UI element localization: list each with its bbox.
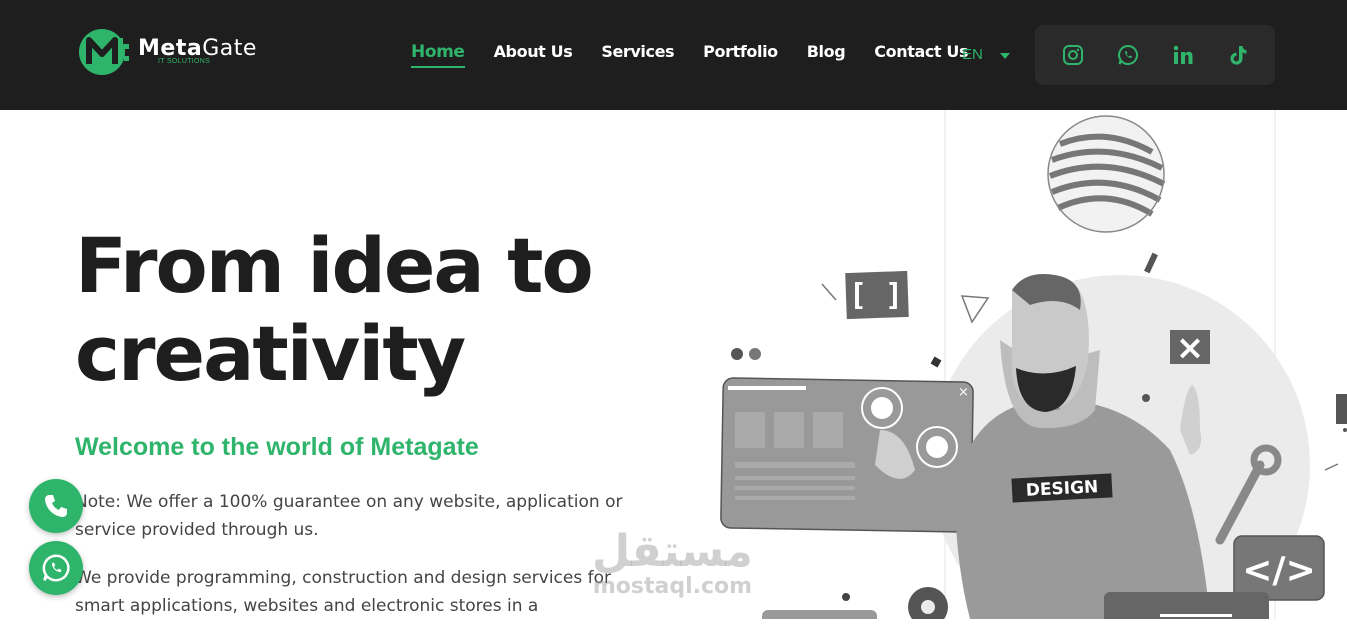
floating-whatsapp-button[interactable]	[29, 541, 83, 595]
language-label: EN	[962, 46, 983, 63]
instagram-icon[interactable]	[1062, 44, 1084, 66]
logo[interactable]: MetaGate IT SOLUTIONS	[78, 26, 257, 78]
hero-paragraph-guarantee: Note: We offer a 100% guarantee on any w…	[75, 492, 623, 540]
whatsapp-icon	[42, 554, 70, 582]
code-badge-icon: </>	[1233, 535, 1325, 601]
tiktok-icon[interactable]	[1227, 44, 1249, 66]
phone-icon	[45, 495, 67, 517]
svg-text:</>: </>	[1242, 550, 1315, 591]
logo-name: MetaGate	[138, 35, 257, 61]
shirt-design-text: DESIGN	[1025, 477, 1098, 501]
bracket-box-text: [ ]	[849, 278, 903, 313]
whatsapp-icon[interactable]	[1117, 44, 1139, 66]
main-nav: Home About Us Services Portfolio Blog Co…	[411, 42, 997, 68]
nav-blog[interactable]: Blog	[807, 42, 846, 68]
linkedin-icon[interactable]	[1172, 44, 1194, 66]
nav-home[interactable]: Home	[411, 42, 465, 68]
language-selector[interactable]: EN	[962, 46, 1010, 63]
striped-sphere-icon	[1047, 115, 1166, 233]
hero-paragraph-services: We provide programming, construction and…	[75, 568, 611, 616]
social-links	[1035, 25, 1275, 85]
hero-illustration: [ ] × DESIGN × </>	[700, 110, 1347, 624]
site-header: MetaGate IT SOLUTIONS Home About Us Serv…	[0, 0, 1347, 110]
nav-services[interactable]: Services	[601, 42, 674, 68]
svg-text:×: ×	[1176, 328, 1205, 368]
logo-mark-icon	[79, 29, 129, 75]
floating-phone-button[interactable]	[29, 479, 83, 533]
nav-portfolio[interactable]: Portfolio	[703, 42, 778, 68]
svg-text:×: ×	[958, 385, 969, 400]
nav-contact-us[interactable]: Contact Us	[874, 42, 968, 68]
watermark: مستقل mostaql.com	[592, 526, 753, 600]
nav-about-us[interactable]: About Us	[494, 42, 573, 68]
welcome-heading: Welcome to the world of Metagate	[75, 433, 479, 461]
hero-title: From idea to creativity	[75, 221, 594, 398]
chevron-down-icon	[999, 52, 1010, 59]
